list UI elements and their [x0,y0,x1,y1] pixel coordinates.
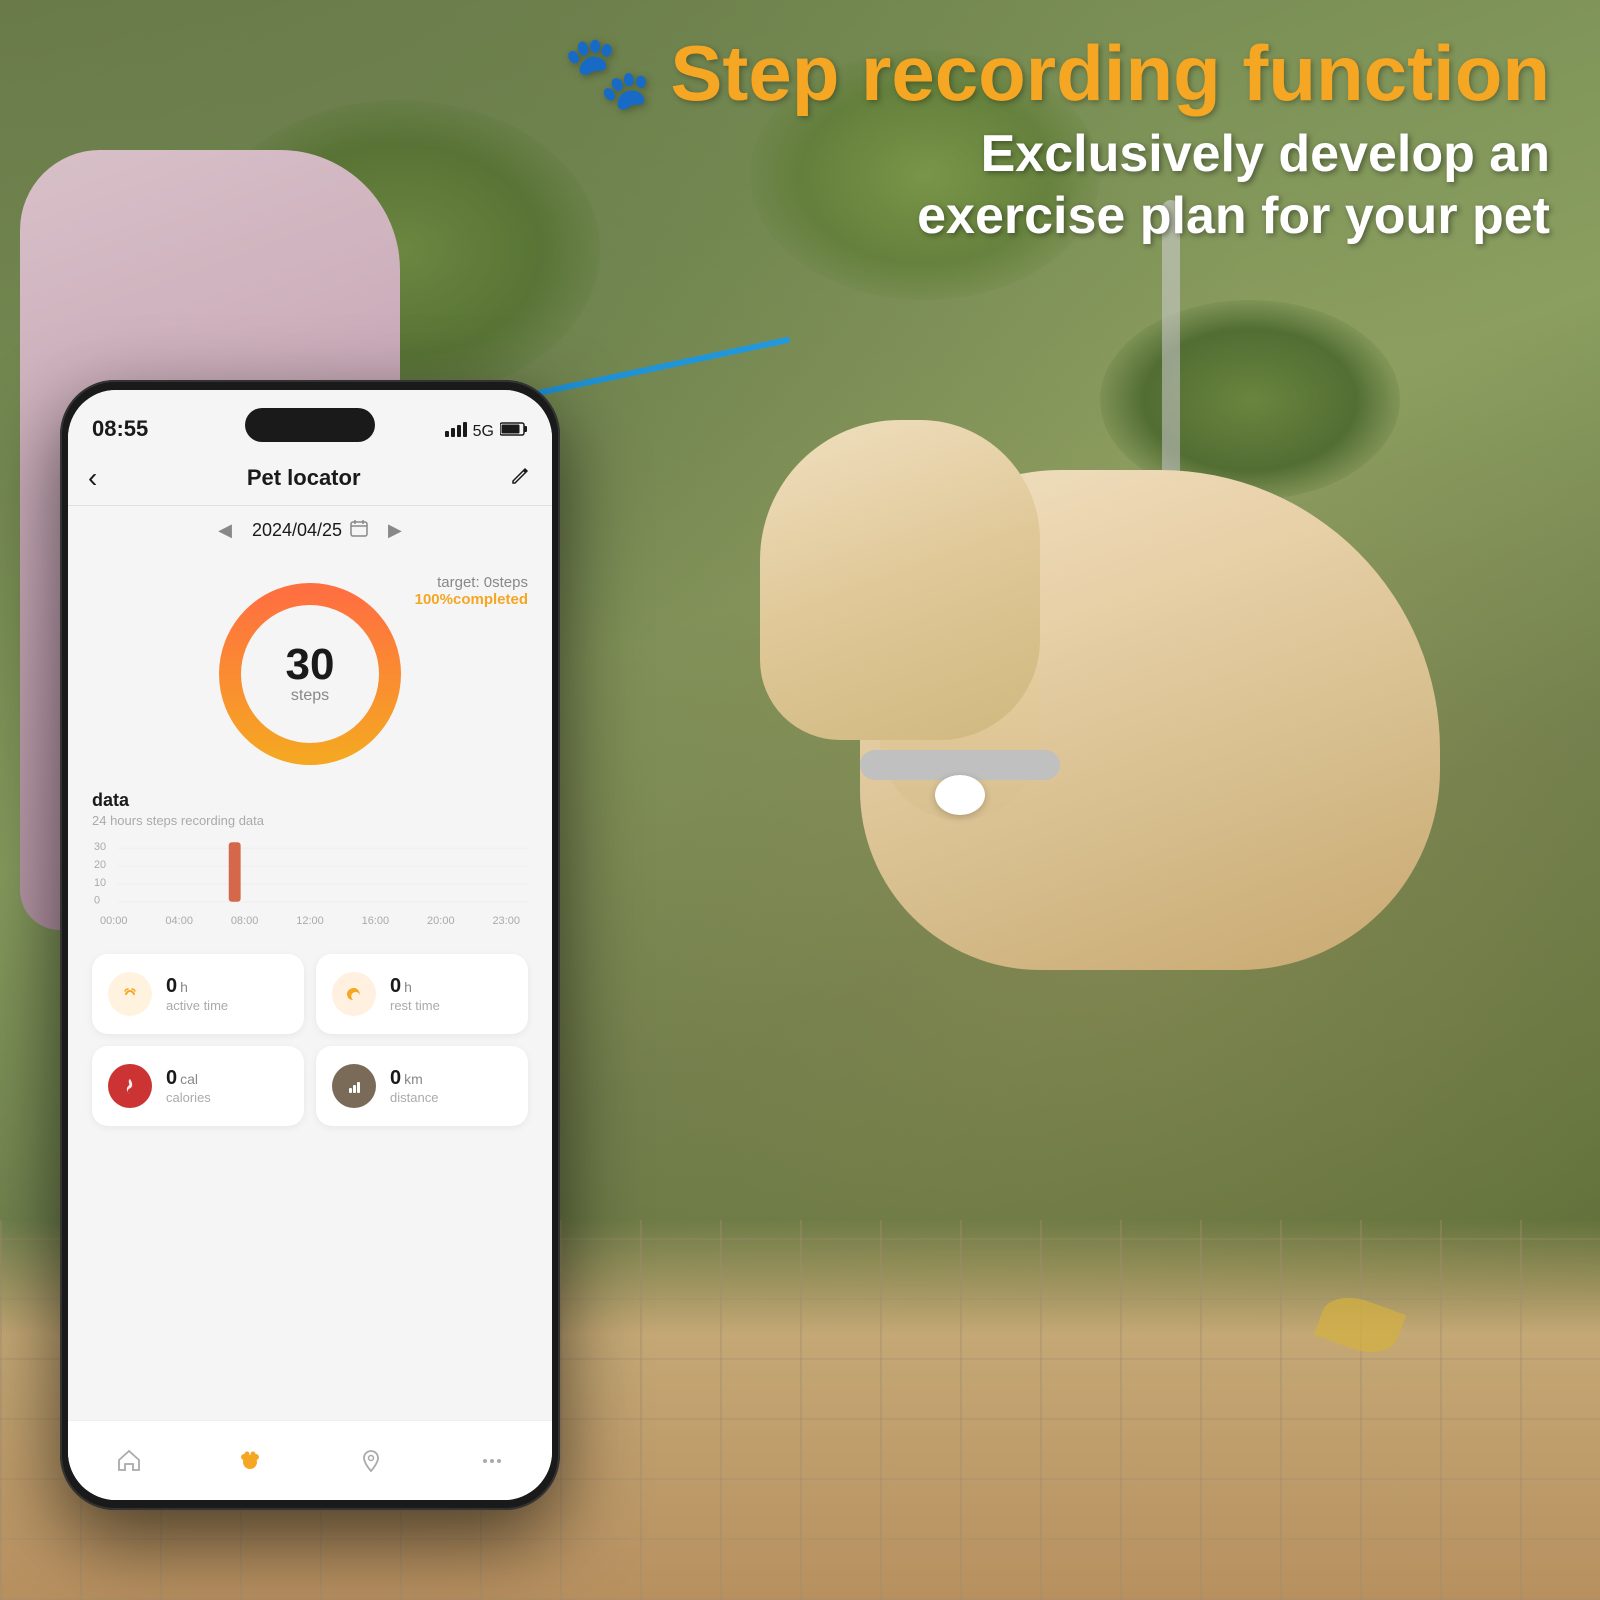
svg-text:10: 10 [94,877,106,889]
paw-nav-icon [237,1448,263,1474]
status-time: 08:55 [92,416,148,442]
phone-mockup: 08:55 5G [60,380,560,1510]
phone-screen: 08:55 5G [68,390,552,1500]
top-headline-section: 🐾 Step recording function Exclusively de… [563,30,1550,248]
distance-value: 0km [390,1067,438,1090]
x-label-3: 12:00 [296,915,324,927]
date-display: 2024/04/25 [252,519,368,542]
bottom-nav-home[interactable] [116,1448,142,1474]
svg-text:0: 0 [94,895,100,907]
dynamic-island [245,408,375,442]
active-time-icon [118,982,142,1006]
stats-grid: 0h active time 0h [68,946,552,1134]
x-label-0: 00:00 [100,915,128,927]
date-value: 2024/04/25 [252,520,342,541]
chart-x-labels: 00:00 04:00 08:00 12:00 16:00 20:00 23:0… [92,915,528,927]
distance-info: 0km distance [390,1067,438,1105]
data-section: data 24 hours steps recording data 30 20… [68,774,552,946]
steps-donut-chart: 30 steps [210,574,410,774]
active-time-icon-circle [108,972,152,1016]
distance-icon-circle [332,1064,376,1108]
subheadline-line2: exercise plan for your pet [917,187,1550,245]
svg-text:30: 30 [94,841,106,853]
date-prev-button[interactable]: ◀ [218,520,232,541]
steps-value: 30 [286,643,335,687]
x-label-2: 08:00 [231,915,259,927]
dog-head [760,420,1040,740]
calories-card: 0cal calories [92,1046,304,1126]
target-label-area: target: 0steps 100%completed [415,574,528,608]
active-time-card: 0h active time [92,954,304,1034]
status-right: 5G [445,421,528,442]
distance-card: 0km distance [316,1046,528,1126]
calendar-icon[interactable] [350,519,368,542]
svg-text:20: 20 [94,859,106,871]
active-time-info: 0h active time [166,975,228,1013]
rest-time-icon [342,982,366,1006]
bar-chart: 30 20 10 0 00:00 04:00 [92,838,528,928]
paw-icon: 🐾 [563,30,653,115]
data-title: data [92,790,528,811]
rest-time-icon-circle [332,972,376,1016]
rest-time-value: 0h [390,975,440,998]
app-nav-bar: ‹ Pet locator [68,450,552,506]
calories-value: 0cal [166,1067,211,1090]
home-icon [116,1448,142,1474]
calories-icon [118,1074,142,1098]
locate-icon [358,1448,384,1474]
data-subtitle: 24 hours steps recording data [92,813,528,828]
rest-time-info: 0h rest time [390,975,440,1013]
distance-label: distance [390,1090,438,1105]
steps-section: target: 0steps 100%completed [68,554,552,774]
distance-icon [342,1074,366,1098]
calories-icon-circle [108,1064,152,1108]
edit-button[interactable] [510,464,532,492]
battery-icon [500,421,528,442]
date-next-button[interactable]: ▶ [388,520,402,541]
chart-svg: 30 20 10 0 [92,838,528,908]
back-button[interactable]: ‹ [88,462,97,494]
calories-label: calories [166,1090,211,1105]
x-label-1: 04:00 [165,915,193,927]
headline-title: Step recording function [670,34,1550,112]
completed-text: 100%completed [415,591,528,608]
steps-unit: steps [286,687,335,705]
date-navigation: ◀ 2024/04/25 ▶ [68,506,552,554]
subheadline-line1: Exclusively develop an [981,125,1550,183]
x-label-6: 23:00 [492,915,520,927]
rest-time-label: rest time [390,998,440,1013]
headline-row: 🐾 Step recording function [563,30,1550,115]
target-text: target: 0steps [415,574,528,591]
active-time-label: active time [166,998,228,1013]
bottom-nav-locate[interactable] [358,1448,384,1474]
bottom-nav-pet[interactable] [237,1448,263,1474]
app-content: target: 0steps 100%completed [68,554,552,1420]
network-type: 5G [473,423,494,441]
more-icon [479,1448,505,1474]
app-nav-title: Pet locator [247,465,361,491]
bottom-nav-more[interactable] [479,1448,505,1474]
rest-time-card: 0h rest time [316,954,528,1034]
donut-center: 30 steps [286,643,335,705]
x-label-5: 20:00 [427,915,455,927]
x-label-4: 16:00 [362,915,390,927]
dog-figure [760,420,1540,1420]
dog-tracker-tag [935,775,985,815]
signal-bars [445,421,467,442]
bottom-navigation [68,1420,552,1500]
calories-info: 0cal calories [166,1067,211,1105]
active-time-value: 0h [166,975,228,998]
subheadline: Exclusively develop an exercise plan for… [563,123,1550,248]
